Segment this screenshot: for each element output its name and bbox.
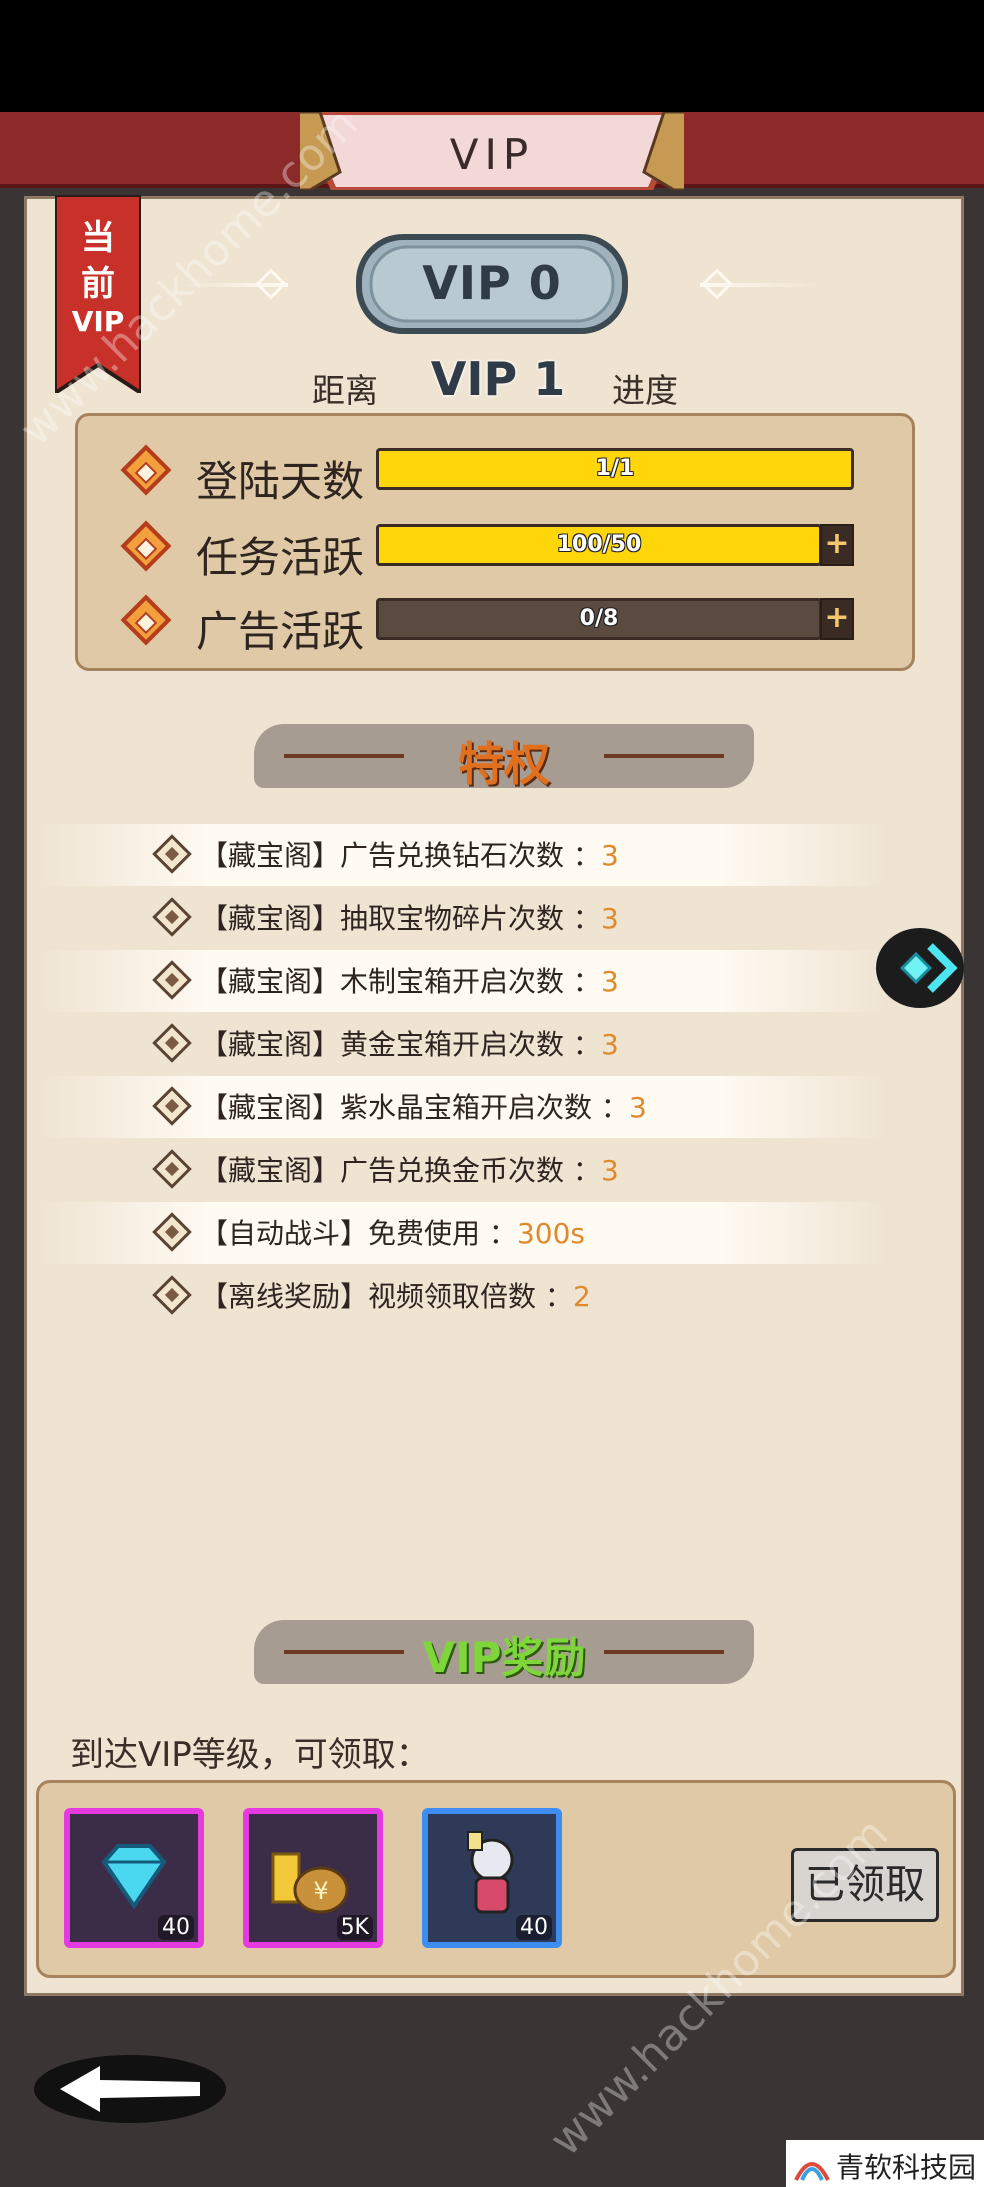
progress-bar: 1/1 xyxy=(376,448,854,490)
reward-item-hero[interactable]: 40 xyxy=(422,1808,562,1948)
current-vip-label: VIP 0 xyxy=(422,256,562,310)
privilege-sep: ： xyxy=(572,839,601,872)
logo-text: 青软科技园 xyxy=(836,2151,977,2184)
reward-count: 40 xyxy=(158,1915,194,1940)
privilege-value: 2 xyxy=(572,1280,591,1313)
privilege-text: 【藏宝阁】黄金宝箱开启次数 xyxy=(200,1028,565,1061)
privileges-header: 特权 xyxy=(254,714,754,794)
privilege-sep: ： xyxy=(572,902,601,935)
privilege-value: 3 xyxy=(600,839,619,872)
privilege-sep: ： xyxy=(572,1028,601,1061)
status-bar-area xyxy=(0,0,984,112)
privilege-bullet-icon xyxy=(152,1212,192,1252)
privilege-row: 【藏宝阁】抽取宝物碎片次数 ：3 xyxy=(38,887,888,949)
vip-reward-header: VIP奖励 xyxy=(254,1610,754,1690)
privileges-title: 特权 xyxy=(458,737,550,791)
privilege-row: 【藏宝阁】广告兑换金币次数 ：3 xyxy=(38,1139,888,1201)
privilege-value: 3 xyxy=(600,965,619,998)
orange-diamond-icon xyxy=(120,444,172,496)
vip-reward-title: VIP奖励 xyxy=(422,1633,586,1682)
reward-caption: 到达VIP等级，可领取： xyxy=(70,1735,430,1775)
reward-count: 40 xyxy=(516,1915,552,1940)
progress-bar-value: 100/50 xyxy=(556,532,642,557)
logo-icon xyxy=(794,2162,830,2181)
privilege-value: 3 xyxy=(600,1028,619,1061)
privilege-bullet-icon xyxy=(152,960,192,1000)
privilege-value: 300s xyxy=(516,1217,585,1250)
reward-item-gold[interactable]: ¥ 5K xyxy=(243,1808,383,1948)
add-task-activity-button[interactable]: + xyxy=(820,524,854,566)
privilege-bullet-icon xyxy=(152,897,192,937)
progress-label: 登陆天数 xyxy=(196,457,365,506)
orange-diamond-icon xyxy=(120,594,172,646)
privilege-text: 【藏宝阁】广告兑换钻石次数 xyxy=(200,839,565,872)
privilege-row: 【离线奖励】视频领取倍数 ：2 xyxy=(38,1265,888,1327)
site-logo: 青软科技园 xyxy=(786,2140,984,2187)
privilege-bullet-icon xyxy=(152,1023,192,1063)
progress-bar-value: 1/1 xyxy=(595,456,635,481)
privilege-bullet-icon xyxy=(152,1149,192,1189)
plus-icon: + xyxy=(824,526,850,561)
privilege-row: 【藏宝阁】木制宝箱开启次数 ：3 xyxy=(38,950,888,1012)
privilege-value: 3 xyxy=(600,1154,619,1187)
privilege-bullet-icon xyxy=(152,834,192,874)
privilege-sep: ： xyxy=(488,1217,517,1250)
progress-prefix: 距离 xyxy=(312,371,378,410)
privilege-value: 3 xyxy=(600,902,619,935)
privilege-bullet-icon xyxy=(152,1086,192,1126)
ribbon-line-1: 当 xyxy=(81,218,115,258)
privilege-sep: ： xyxy=(572,965,601,998)
privilege-value: 3 xyxy=(628,1091,647,1124)
privilege-row: 【自动战斗】免费使用 ：300s xyxy=(38,1202,888,1264)
next-vip-level: VIP 1 xyxy=(430,352,566,406)
next-level-arrow-icon[interactable] xyxy=(872,920,968,1016)
progress-row-task-activity: 任务活跃 100/50 + xyxy=(120,520,880,582)
privilege-sep: ： xyxy=(572,1154,601,1187)
svg-text:¥: ¥ xyxy=(313,1877,328,1905)
privilege-text: 【藏宝阁】抽取宝物碎片次数 xyxy=(200,902,565,935)
progress-bar-value: 0/8 xyxy=(579,606,619,631)
add-ad-activity-button[interactable]: + xyxy=(820,598,854,640)
back-button[interactable] xyxy=(30,2048,230,2130)
reward-item-diamond[interactable]: 40 xyxy=(64,1808,204,1948)
privilege-text: 【自动战斗】免费使用 xyxy=(200,1217,481,1250)
progress-bar: 100/50 xyxy=(376,524,822,566)
progress-label: 广告活跃 xyxy=(196,607,365,656)
progress-label: 任务活跃 xyxy=(196,533,365,582)
plus-icon: + xyxy=(824,600,850,635)
privilege-text: 【藏宝阁】木制宝箱开启次数 xyxy=(200,965,565,998)
progress-row-login-days: 登陆天数 1/1 xyxy=(120,444,880,506)
privilege-sep: ： xyxy=(544,1280,573,1313)
progress-bar: 0/8 xyxy=(376,598,822,640)
privilege-bullet-icon xyxy=(152,1275,192,1315)
privilege-row: 【藏宝阁】黄金宝箱开启次数 ：3 xyxy=(38,1013,888,1075)
orange-diamond-icon xyxy=(120,520,172,572)
privilege-row: 【藏宝阁】广告兑换钻石次数 ：3 xyxy=(38,824,888,886)
ribbon-line-2: 前 xyxy=(81,264,115,304)
privilege-text: 【藏宝阁】广告兑换金币次数 xyxy=(200,1154,565,1187)
progress-suffix: 进度 xyxy=(612,371,678,410)
privilege-text: 【离线奖励】视频领取倍数 xyxy=(200,1280,537,1313)
progress-row-ad-activity: 广告活跃 0/8 + xyxy=(120,594,880,656)
reward-count: 5K xyxy=(336,1915,373,1940)
privilege-sep: ： xyxy=(600,1091,629,1124)
privilege-row: 【藏宝阁】紫水晶宝箱开启次数 ：3 xyxy=(38,1076,888,1138)
privilege-text: 【藏宝阁】紫水晶宝箱开启次数 xyxy=(200,1091,593,1124)
